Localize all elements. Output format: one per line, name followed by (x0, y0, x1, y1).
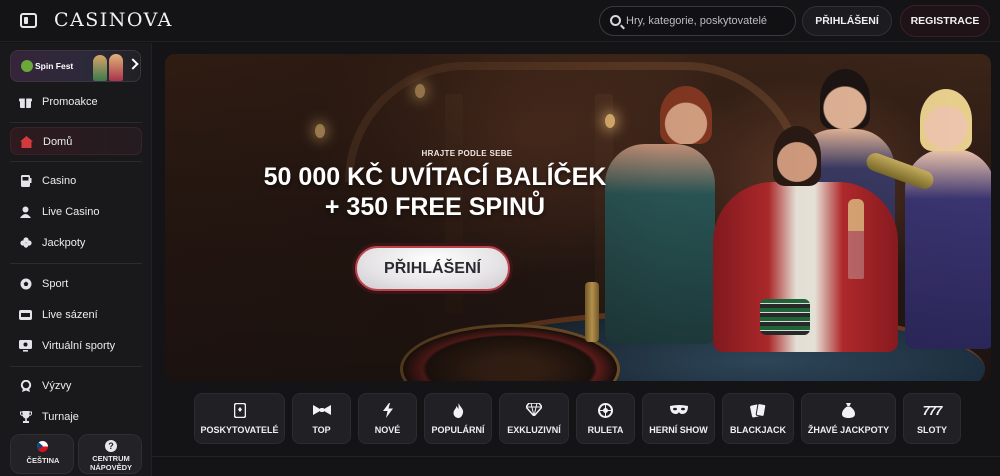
sidebar-item-label: Domů (43, 136, 73, 148)
category-nove[interactable]: NOVÉ (358, 393, 417, 444)
category-label: NOVÉ (374, 425, 401, 435)
category-label: BLACKJACK (730, 425, 786, 435)
hero-kicker: HRAJTE PODLE SEBE (421, 149, 513, 158)
cards-icon (723, 403, 793, 419)
sidebar-item-live-casino[interactable]: Live Casino (10, 198, 142, 226)
sidebar-item-label: Live sázení (42, 309, 98, 321)
top-header: CASINOVA PŘIHLÁŠENÍ REGISTRACE (0, 0, 1000, 42)
category-label: POSKYTOVATELÉ (200, 425, 279, 435)
sidebar-item-vyzvy[interactable]: Výzvy (10, 372, 142, 400)
provider-card-icon (195, 402, 284, 419)
promo-character-image (109, 54, 123, 81)
category-label: POPULÁRNÍ (431, 425, 485, 435)
search-input[interactable] (626, 11, 791, 31)
category-ruleta[interactable]: RULETA (576, 393, 635, 444)
slot-machine-icon (19, 175, 32, 187)
promo-banner-label: Spin Fest (35, 61, 74, 71)
category-label: HERNÍ SHOW (649, 425, 708, 435)
search-box[interactable] (599, 6, 796, 36)
category-label: EXKLUZIVNÍ (507, 425, 561, 435)
sidebar-item-label: Jackpoty (42, 237, 86, 249)
sidebar-item-casino[interactable]: Casino (10, 167, 142, 195)
soccer-ball-icon (19, 278, 32, 290)
sidebar-item-label: Live Casino (42, 206, 100, 218)
trophy-icon (19, 411, 32, 423)
sidebar-item-live-sazeni[interactable]: Live sázení (10, 301, 142, 329)
chevron-right-icon (127, 58, 139, 70)
hero-title-line2: + 350 FREE SPINŮ (324, 193, 546, 221)
monitor-icon (19, 340, 32, 352)
sidebar-item-label: Sport (42, 278, 69, 290)
spin-fest-badge-icon (21, 60, 33, 72)
czech-flag-icon (37, 441, 48, 452)
dealer-icon (19, 206, 32, 218)
sidebar-item-label: Virtuální sporty (42, 340, 116, 352)
category-exkluzivni[interactable]: EXKLUZIVNÍ (499, 393, 569, 444)
sidebar-divider (10, 122, 142, 123)
category-blackjack[interactable]: BLACKJACK (722, 393, 794, 444)
sidebar-divider (10, 366, 142, 367)
sidebar-item-sport[interactable]: Sport (10, 270, 142, 298)
help-icon: ? (105, 440, 117, 452)
sidebar-divider (10, 161, 142, 162)
content-divider (152, 456, 1000, 457)
category-label: TOP (312, 425, 331, 435)
sidebar: Spin Fest Promoakce Domů Casino Live Cas… (0, 43, 152, 476)
gift-icon (19, 96, 32, 108)
category-herni-show[interactable]: HERNÍ SHOW (642, 393, 715, 444)
sidebar-item-jackpoty[interactable]: Jackpoty (10, 229, 142, 257)
sidebar-item-label: Výzvy (42, 380, 72, 392)
sidebar-item-domu[interactable]: Domů (10, 127, 142, 155)
casinova-logo[interactable]: CASINOVA (54, 9, 173, 31)
category-label: RULETA (587, 425, 624, 435)
sidebar-item-virtualni-sporty[interactable]: Virtuální sporty (10, 332, 142, 360)
medal-icon (19, 380, 32, 392)
bow-tie-icon (293, 403, 350, 419)
category-sloty[interactable]: 777 SLOTY (903, 393, 961, 444)
language-selector[interactable]: ČEŠTINA (10, 434, 74, 474)
hero-banner[interactable]: HRAJTE PODLE SEBE 50 000 KČ UVÍTACÍ BALÍ… (165, 54, 991, 381)
home-icon (20, 136, 33, 148)
sidebar-item-label: Turnaje (42, 411, 79, 423)
login-button[interactable]: PŘIHLÁŠENÍ (802, 6, 892, 36)
sidebar-item-turnaje[interactable]: Turnaje (10, 403, 142, 431)
flame-icon (425, 403, 491, 419)
clover-icon (19, 237, 32, 249)
mask-icon (643, 403, 714, 419)
sidebar-item-label: Promoakce (42, 96, 98, 108)
help-label-line1: CENTRUM (92, 454, 130, 463)
hero-title-line1: 50 000 KČ UVÍTACÍ BALÍČEK (263, 163, 607, 191)
sidebar-item-label: Casino (42, 175, 77, 187)
sevens-icon: 777 (922, 403, 943, 418)
live-badge-icon (19, 309, 32, 321)
category-popularni[interactable]: POPULÁRNÍ (424, 393, 492, 444)
language-label: ČEŠTINA (26, 456, 60, 465)
lightning-icon (359, 403, 416, 419)
sidebar-toggle-icon[interactable] (20, 13, 37, 28)
promo-character-image (93, 55, 107, 81)
sidebar-item-promoakce[interactable]: Promoakce (10, 88, 142, 116)
category-label: ŽHAVÉ JACKPOTY (807, 425, 890, 435)
search-icon (610, 15, 621, 26)
help-label-line2: NÁPOVĚDY (89, 463, 133, 472)
hero-login-button[interactable]: PŘIHLÁŠENÍ (355, 246, 510, 291)
money-bag-icon (802, 403, 895, 419)
category-zhave-jackpoty[interactable]: ŽHAVÉ JACKPOTY (801, 393, 896, 444)
help-center-button[interactable]: ? CENTRUM NÁPOVĚDY (78, 434, 142, 474)
hero-title: 50 000 KČ UVÍTACÍ BALÍČEK + 350 FREE SPI… (225, 162, 645, 222)
category-label: SLOTY (916, 425, 947, 435)
sidebar-divider (10, 263, 142, 264)
category-poskytovatele[interactable]: POSKYTOVATELÉ (194, 393, 285, 444)
roulette-icon (577, 403, 634, 419)
register-button[interactable]: REGISTRACE (900, 5, 990, 37)
category-top[interactable]: TOP (292, 393, 351, 444)
spin-fest-promo-banner[interactable]: Spin Fest (10, 50, 141, 82)
diamond-icon (500, 402, 568, 419)
